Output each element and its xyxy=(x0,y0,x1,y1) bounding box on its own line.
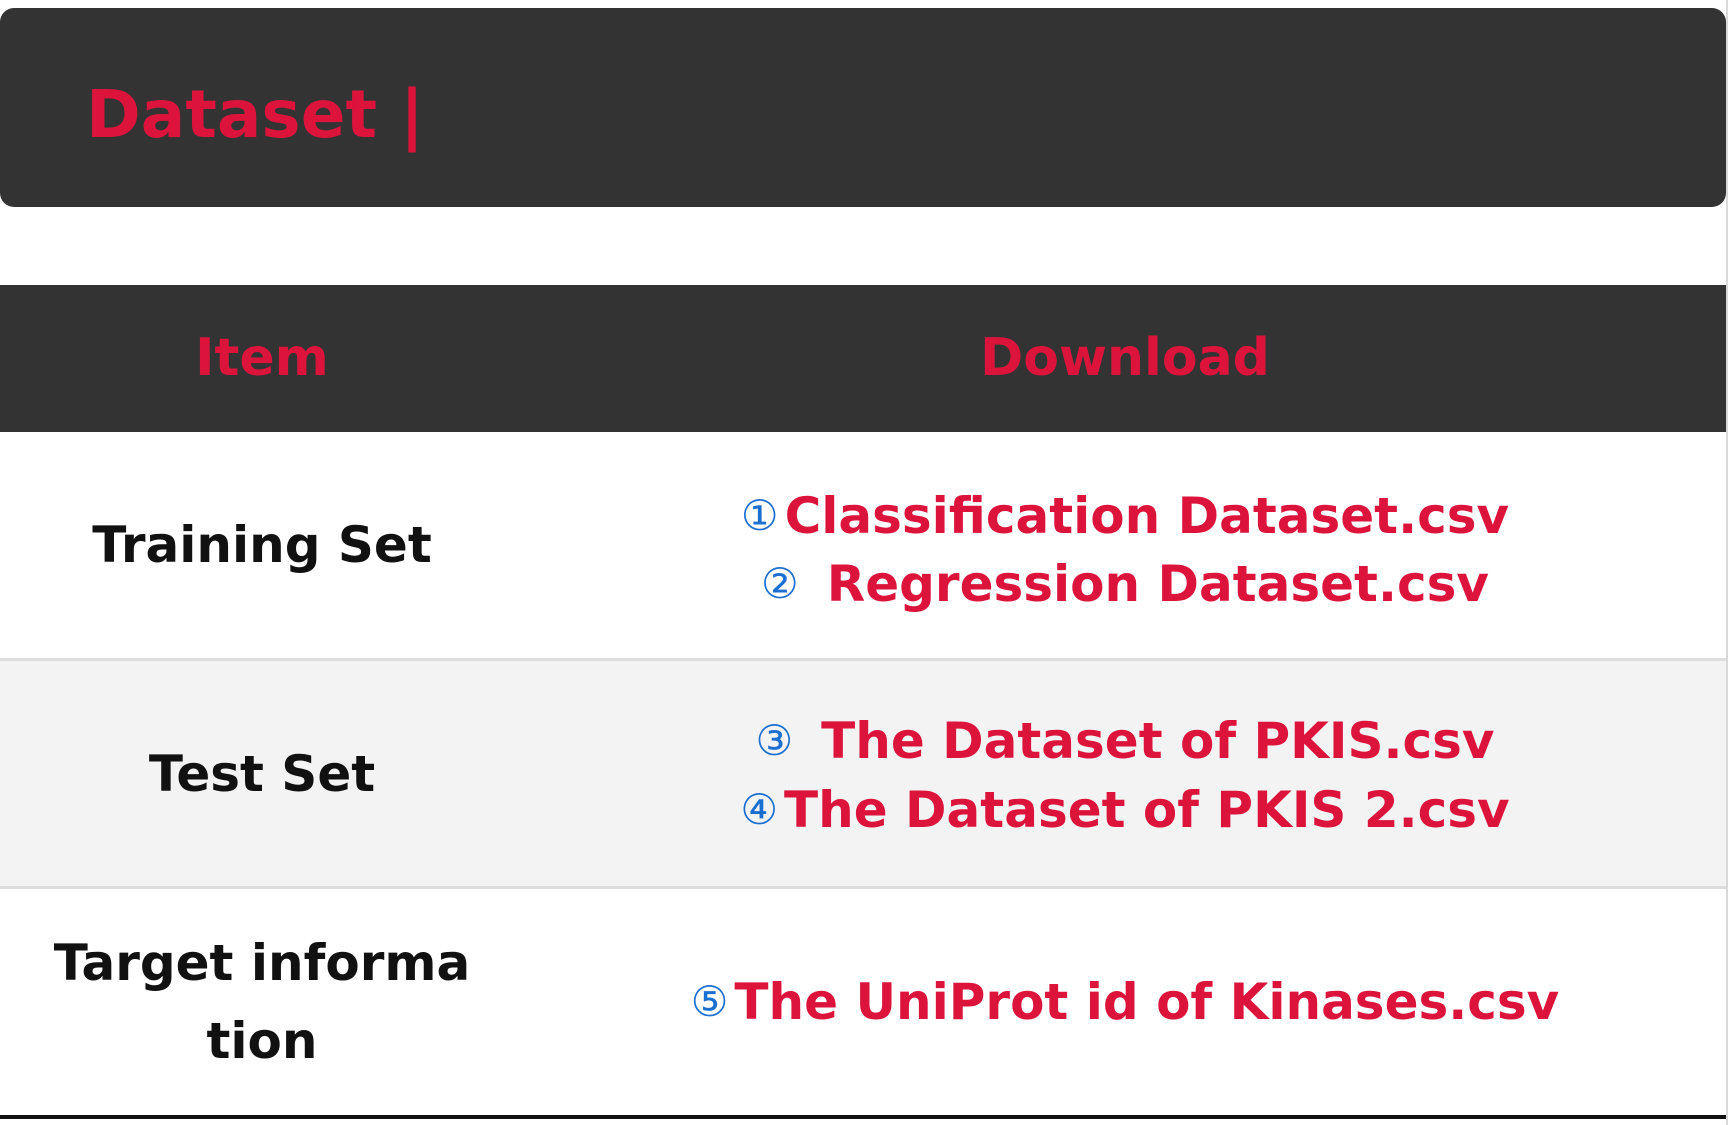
download-link-regression[interactable]: ② Regression Dataset.csv xyxy=(761,545,1489,623)
column-header-item: Item xyxy=(195,328,329,388)
number-badge: ⑤ xyxy=(690,977,729,1026)
number-badge: ② xyxy=(761,559,799,608)
download-label: The Dataset of PKIS.csv xyxy=(821,712,1495,770)
download-label: Regression Dataset.csv xyxy=(826,555,1489,613)
number-badge: ① xyxy=(740,491,779,540)
page-title: Dataset | xyxy=(86,76,425,153)
page-header: Dataset | xyxy=(0,8,1726,207)
item-cell: Test Set xyxy=(0,661,524,886)
download-cell: ① Classification Dataset.csv xyxy=(524,477,1726,555)
download-cell: ③ The Dataset of PKIS.csv xyxy=(524,702,1726,780)
table-row: Training Set ① Classification Dataset.cs… xyxy=(0,432,1726,661)
download-cell: ④ The Dataset of PKIS 2.csv xyxy=(524,771,1726,849)
download-link-classification[interactable]: ① Classification Dataset.csv xyxy=(741,477,1509,555)
item-cell: Training Set xyxy=(0,432,524,658)
page-right-border xyxy=(1726,0,1728,1125)
download-label: The Dataset of PKIS 2.csv xyxy=(784,781,1510,839)
column-header-download: Download xyxy=(980,328,1270,388)
number-badge: ③ xyxy=(755,716,794,765)
table-header-row: Item Download xyxy=(0,285,1726,432)
dataset-table: Item Download Training Set ① Classificat… xyxy=(0,285,1726,1119)
number-badge: ④ xyxy=(740,785,779,834)
download-cell: ⑤ The UniProt id of Kinases.csv xyxy=(524,963,1726,1041)
item-label: Test Set xyxy=(148,744,376,803)
download-link-uniprot[interactable]: ⑤ The UniProt id of Kinases.csv xyxy=(691,963,1559,1041)
download-label: The UniProt id of Kinases.csv xyxy=(734,973,1560,1031)
item-label: Target information xyxy=(53,934,471,1070)
download-cell: ② Regression Dataset.csv xyxy=(524,545,1726,623)
download-label: Classification Dataset.csv xyxy=(784,487,1510,545)
table-row: Target information ⑤ The UniProt id of K… xyxy=(0,889,1726,1119)
item-cell: Target information xyxy=(0,889,524,1115)
table-row: Test Set ③ The Dataset of PKIS.csv ④ The… xyxy=(0,661,1726,889)
download-link-pkis[interactable]: ③ The Dataset of PKIS.csv xyxy=(755,702,1494,780)
item-label: Training Set xyxy=(92,516,432,574)
download-link-pkis2[interactable]: ④ The Dataset of PKIS 2.csv xyxy=(740,771,1509,849)
